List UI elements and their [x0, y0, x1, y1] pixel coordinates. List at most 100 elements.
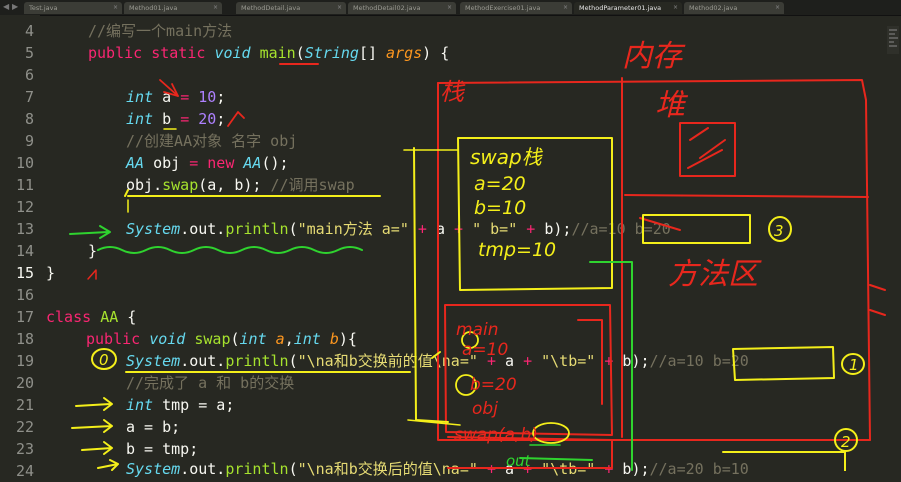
operator: +: [604, 352, 614, 370]
tab-method02[interactable]: Method02.java ×: [684, 2, 784, 14]
comment: //编写一个main方法: [88, 22, 233, 40]
close-icon[interactable]: ×: [337, 2, 342, 14]
close-icon[interactable]: ×: [447, 2, 452, 14]
annotation-memory: 内存: [622, 39, 686, 74]
close-icon[interactable]: ×: [213, 2, 218, 14]
annotation-method-area: 方法区: [668, 257, 762, 292]
code-line[interactable]: //完成了 a 和 b的交换: [126, 372, 294, 394]
code-line[interactable]: }: [88, 240, 97, 262]
close-icon[interactable]: ×: [113, 2, 118, 14]
code-line[interactable]: System.out.println("\na和b交换后的值\na=" + a …: [126, 458, 749, 480]
annotation-main: main: [456, 320, 498, 340]
operator: =: [180, 88, 190, 106]
code-line[interactable]: //编写一个main方法: [88, 20, 232, 42]
punct: (: [288, 220, 298, 238]
code-line[interactable]: class AA {: [46, 306, 136, 328]
type: void: [149, 330, 186, 348]
identifier: a: [505, 460, 515, 478]
code-line[interactable]: public static void main(String[] args) {: [88, 42, 449, 64]
identifier: a: [162, 88, 172, 106]
line-number: 18: [15, 330, 34, 348]
comment: //完成了 a 和 b的交换: [126, 374, 295, 392]
code-line[interactable]: //创建AA对象 名字 obj: [126, 130, 297, 152]
line-number: 7: [24, 88, 34, 106]
annotation-swap-stack: swap栈: [470, 145, 544, 169]
circled-number: 2: [841, 433, 851, 451]
annotation-heap: 堆: [655, 88, 689, 123]
operator: +: [523, 460, 533, 478]
line-number-current: 15: [15, 264, 34, 282]
punct: (a, b);: [198, 176, 262, 194]
tab-label: Method02.java: [689, 4, 738, 12]
annotation-stack: 栈: [440, 78, 466, 106]
identifier: obj: [153, 154, 181, 172]
tab-methodparameter01[interactable]: MethodParameter01.java ×: [574, 2, 682, 14]
circled-number: 0: [99, 351, 109, 369]
tab-label: MethodDetail02.java: [353, 4, 421, 12]
code-line[interactable]: int a = 10;: [126, 86, 225, 108]
tab-methoddetail[interactable]: MethodDetail.java ×: [236, 2, 346, 14]
punct: }: [88, 242, 98, 260]
code-line[interactable]: int tmp = a;: [126, 394, 234, 416]
identifier: tmp: [162, 396, 190, 414]
line-number: 17: [15, 308, 34, 326]
type: AA: [243, 154, 262, 172]
line-number: 9: [24, 132, 34, 150]
line-number: 8: [24, 110, 34, 128]
punct: );: [631, 352, 650, 370]
code-line[interactable]: int b = 20;: [126, 108, 225, 130]
punct: );: [553, 220, 572, 238]
code-line[interactable]: AA obj = new AA();: [126, 152, 289, 174]
code-line[interactable]: a = b;: [126, 416, 180, 438]
tab-methodexercise01[interactable]: MethodExercise01.java ×: [460, 2, 572, 14]
tab-test-java[interactable]: Test.java ×: [24, 2, 122, 14]
punct: ();: [261, 154, 289, 172]
comment: //a=10 b=20: [571, 220, 671, 238]
close-icon[interactable]: ×: [775, 2, 780, 14]
punct: (: [288, 352, 298, 370]
punct: ) {: [422, 44, 450, 62]
code-line[interactable]: obj.swap(a, b); //调用swap: [126, 174, 355, 196]
comment: //a=10 b=20: [649, 352, 749, 370]
code-line[interactable]: System.out.println("main方法 a=" + a + " b…: [126, 218, 671, 240]
punct: []: [358, 44, 377, 62]
tab-label: MethodParameter01.java: [579, 4, 662, 12]
line-number: 5: [24, 44, 34, 62]
annotation-main-b: b=20: [470, 375, 517, 395]
line-number: 13: [15, 220, 34, 238]
param: a: [275, 330, 285, 348]
type: int: [126, 110, 154, 128]
line-number: 4: [24, 22, 34, 40]
circled-number: 1: [849, 356, 859, 374]
line-number: 12: [15, 198, 34, 216]
string: "main方法 a=": [297, 220, 409, 238]
string: "\na和b交换后的值\na=": [297, 460, 478, 478]
code-line[interactable]: b = tmp;: [126, 438, 198, 460]
keyword: new: [207, 154, 235, 172]
comment: //调用swap: [270, 176, 355, 194]
param: args: [386, 44, 423, 62]
line-number: 24: [15, 462, 34, 480]
close-icon[interactable]: ×: [673, 2, 678, 14]
type: int: [126, 396, 154, 414]
statement: b = tmp;: [126, 440, 199, 458]
string: "\tb=": [541, 352, 596, 370]
chevron-right-icon[interactable]: ▶: [12, 2, 18, 11]
chevron-left-icon[interactable]: ◀: [3, 2, 9, 11]
annotation-swap-b: b=10: [474, 197, 526, 219]
type: AA: [126, 154, 145, 172]
statement: a = b;: [126, 418, 181, 436]
operator: +: [604, 460, 614, 478]
code-line[interactable]: }: [46, 262, 55, 284]
tab-methoddetail02[interactable]: MethodDetail02.java ×: [348, 2, 456, 14]
code-line[interactable]: System.out.println("\na和b交换前的值\na=" + a …: [126, 350, 749, 372]
number: 10: [198, 88, 217, 106]
statement: = a;: [198, 396, 235, 414]
close-icon[interactable]: ×: [563, 2, 568, 14]
minimap[interactable]: [887, 26, 899, 54]
method-name: println: [225, 460, 289, 478]
tab-method01[interactable]: Method01.java ×: [124, 2, 222, 14]
code-line[interactable]: public void swap(int a,int b){: [86, 328, 357, 350]
string: "\tb=": [541, 460, 596, 478]
type: String: [304, 44, 359, 62]
